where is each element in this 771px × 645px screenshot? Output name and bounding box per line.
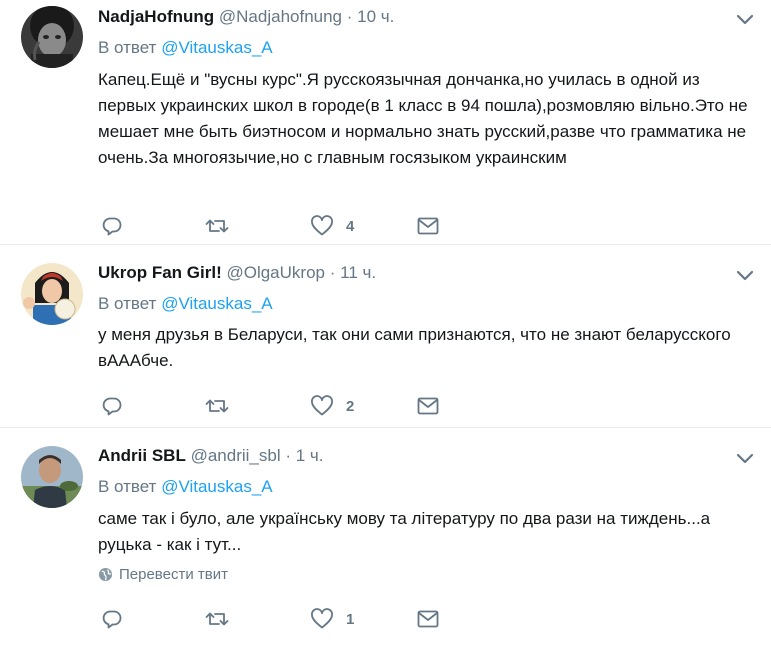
chevron-down-icon[interactable] [734,8,756,30]
tweet[interactable]: NadjaHofnung @Nadjahofnung · 10 ч. В отв… [0,0,771,245]
username[interactable]: @OlgaUkrop [226,263,325,282]
fullname[interactable]: NadjaHofnung [98,7,214,26]
tweet-actions: 2 [0,393,771,419]
like-count: 4 [346,217,355,235]
direct-message-button[interactable] [416,606,440,632]
separator-dot: · [346,7,353,26]
fullname[interactable]: Ukrop Fan Girl! [98,263,222,282]
reply-prefix: В ответ [98,294,157,313]
reply-context: В ответ @Vitauskas_A [98,475,273,499]
reply-context: В ответ @Vitauskas_A [98,36,273,60]
tweet-text: у меня друзья в Беларуси, так они сами п… [98,325,731,370]
username[interactable]: @Nadjahofnung [219,7,342,26]
reply-mention-link[interactable]: @Vitauskas_A [161,294,272,313]
retweet-icon [205,399,229,413]
envelope-icon [417,397,439,415]
tweet-text: саме так і було, але українську мову та … [98,509,711,554]
reply-button[interactable] [101,606,123,632]
reply-icon [102,217,122,236]
translate-label[interactable]: Перевести твит [119,566,228,583]
reply-icon [102,397,122,416]
reply-mention-link[interactable]: @Vitauskas_A [161,38,272,57]
tweet-header: Andrii SBL @andrii_sbl · 1 ч. [98,443,324,469]
like-button[interactable]: 4 [310,213,354,239]
tweet[interactable]: Ukrop Fan Girl! @OlgaUkrop · 11 ч. В отв… [0,246,771,428]
reply-button[interactable] [101,213,123,239]
avatar[interactable] [21,6,83,68]
avatar[interactable] [21,263,83,325]
like-button[interactable]: 2 [310,393,354,419]
like-count: 2 [346,397,355,415]
reply-mention-link[interactable]: @Vitauskas_A [161,477,272,496]
chevron-down-icon[interactable] [734,264,756,286]
timestamp[interactable]: 10 ч. [357,7,394,26]
like-count: 1 [346,610,355,628]
tweet-actions: 1 [0,606,771,632]
heart-icon [311,395,333,416]
translate-tweet-link[interactable]: Перевести твит [98,566,228,583]
avatar[interactable] [21,446,83,508]
reply-prefix: В ответ [98,477,157,496]
retweet-button[interactable] [205,606,229,632]
timestamp[interactable]: 1 ч. [296,446,324,465]
separator-dot: · [285,446,292,465]
retweet-button[interactable] [205,393,229,419]
envelope-icon [417,217,439,235]
reply-button[interactable] [101,393,123,419]
tweet-header: Ukrop Fan Girl! @OlgaUkrop · 11 ч. [98,260,376,286]
heart-icon [311,215,333,236]
username[interactable]: @andrii_sbl [191,446,281,465]
tweet-header: NadjaHofnung @Nadjahofnung · 10 ч. [98,4,394,30]
chevron-down-icon[interactable] [734,447,756,469]
retweet-icon [205,612,229,626]
reply-icon [102,610,122,629]
envelope-icon [417,610,439,628]
direct-message-button[interactable] [416,393,440,419]
tweet-actions: 4 [0,213,771,239]
reply-prefix: В ответ [98,38,157,57]
like-button[interactable]: 1 [310,606,354,632]
reply-context: В ответ @Vitauskas_A [98,292,273,316]
tweet[interactable]: Andrii SBL @andrii_sbl · 1 ч. В ответ @V… [0,429,771,645]
heart-icon [311,608,333,629]
timestamp[interactable]: 11 ч. [340,263,376,282]
retweet-icon [205,219,229,233]
globe-icon [98,567,113,582]
retweet-button[interactable] [205,213,229,239]
direct-message-button[interactable] [416,213,440,239]
fullname[interactable]: Andrii SBL [98,446,186,465]
separator-dot: · [329,263,336,282]
tweet-text: Капец.Ещё и "вусны курс".Я русскоязычная… [98,70,748,167]
